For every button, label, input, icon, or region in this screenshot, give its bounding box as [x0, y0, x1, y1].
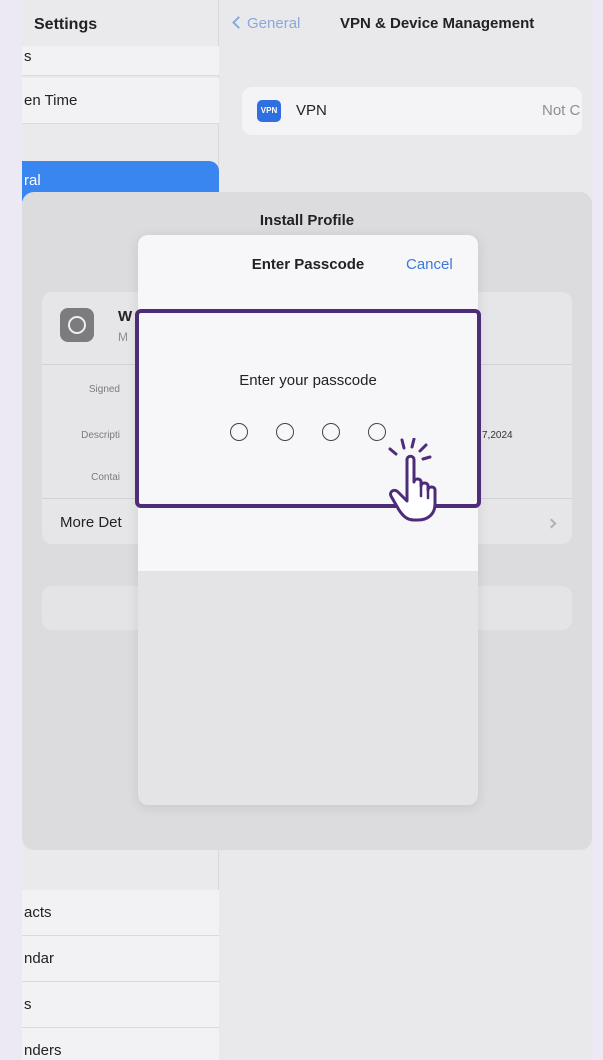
sidebar-title: Settings: [34, 16, 98, 33]
vpn-label: VPN: [296, 102, 327, 119]
settings-gear-icon: [60, 308, 94, 342]
back-button[interactable]: General: [232, 15, 301, 32]
chevron-left-icon: [232, 16, 245, 29]
profile-name: W: [118, 308, 133, 325]
sidebar-item-screen-time[interactable]: en Time: [22, 78, 219, 124]
vpn-status: Not C: [542, 102, 581, 119]
sidebar-item-reminders[interactable]: nders: [22, 1028, 219, 1060]
page-title: VPN & Device Management: [340, 15, 535, 32]
cancel-button[interactable]: Cancel: [406, 256, 453, 273]
date-value: 7,2024: [482, 430, 513, 441]
ipad-screen: Settings s en Time ral acts ndar s nders…: [22, 0, 592, 1060]
detail-nav-bar: General VPN & Device Management: [220, 0, 592, 50]
chevron-right-icon: [546, 518, 557, 529]
tap-hand-icon: [388, 438, 437, 522]
more-details-row[interactable]: More Det: [60, 514, 122, 531]
sidebar-item-notes[interactable]: s: [22, 982, 219, 1028]
signed-label: Signed: [88, 384, 120, 395]
sidebar-item-contacts[interactable]: acts: [22, 890, 219, 936]
sidebar-item-calendar[interactable]: ndar: [22, 936, 219, 982]
vpn-row[interactable]: VPN VPN Not C: [242, 87, 582, 135]
sheet-title: Install Profile: [259, 212, 355, 229]
profile-subtitle: M: [118, 330, 128, 344]
sidebar-item-partial-top[interactable]: s: [22, 46, 219, 76]
vpn-badge-icon: VPN: [257, 100, 281, 122]
back-label: General: [247, 15, 301, 32]
contains-label: Contai: [91, 472, 120, 483]
description-label: Descripti: [81, 430, 120, 441]
